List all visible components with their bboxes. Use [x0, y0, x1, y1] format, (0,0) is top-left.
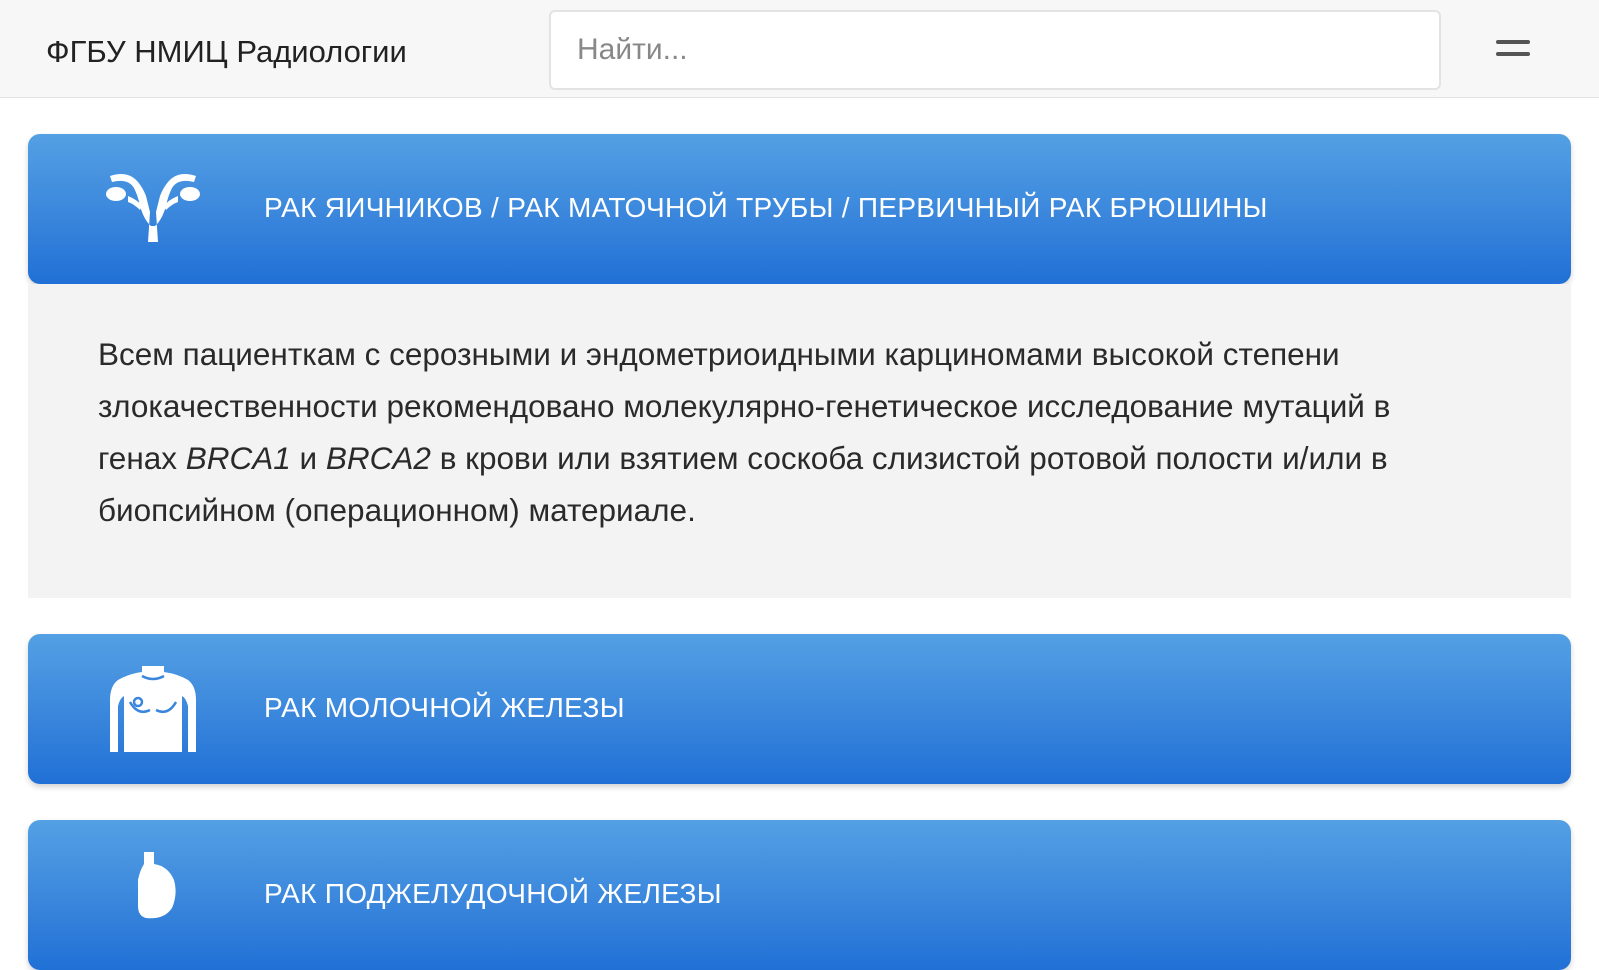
category-pancreatic-cancer[interactable]: РАК ПОДЖЕЛУДОЧНОЙ ЖЕЛЕЗЫ	[28, 820, 1571, 970]
female-torso-icon	[110, 666, 196, 752]
navbar: ФГБУ НМИЦ Радиологии	[0, 0, 1599, 98]
menu-toggle-button[interactable]	[1490, 30, 1536, 70]
category-title: РАК ПОДЖЕЛУДОЧНОЙ ЖЕЛЕЗЫ	[264, 878, 722, 909]
pancreas-icon	[138, 852, 176, 919]
hamburger-icon	[1496, 40, 1530, 44]
category-title: РАК МОЛОЧНОЙ ЖЕЛЕЗЫ	[264, 692, 625, 723]
category-title: РАК ЯИЧНИКОВ / РАК МАТОЧНОЙ ТРУБЫ / ПЕРВ…	[264, 192, 1268, 223]
brand-title[interactable]: ФГБУ НМИЦ Радиологии	[46, 34, 407, 70]
recommendation-text: Всем пациенткам с серозными и эндометрио…	[98, 336, 1391, 528]
category-content-panel: Всем пациенткам с серозными и эндометрио…	[28, 284, 1571, 598]
gene-brca2: BRCA2	[325, 440, 431, 476]
uterus-icon	[106, 174, 200, 242]
gene-brca1: BRCA1	[185, 440, 291, 476]
category-ovarian-cancer[interactable]: РАК ЯИЧНИКОВ / РАК МАТОЧНОЙ ТРУБЫ / ПЕРВ…	[28, 134, 1571, 284]
search-input[interactable]	[549, 10, 1441, 90]
category-breast-cancer[interactable]: РАК МОЛОЧНОЙ ЖЕЛЕЗЫ	[28, 634, 1571, 784]
